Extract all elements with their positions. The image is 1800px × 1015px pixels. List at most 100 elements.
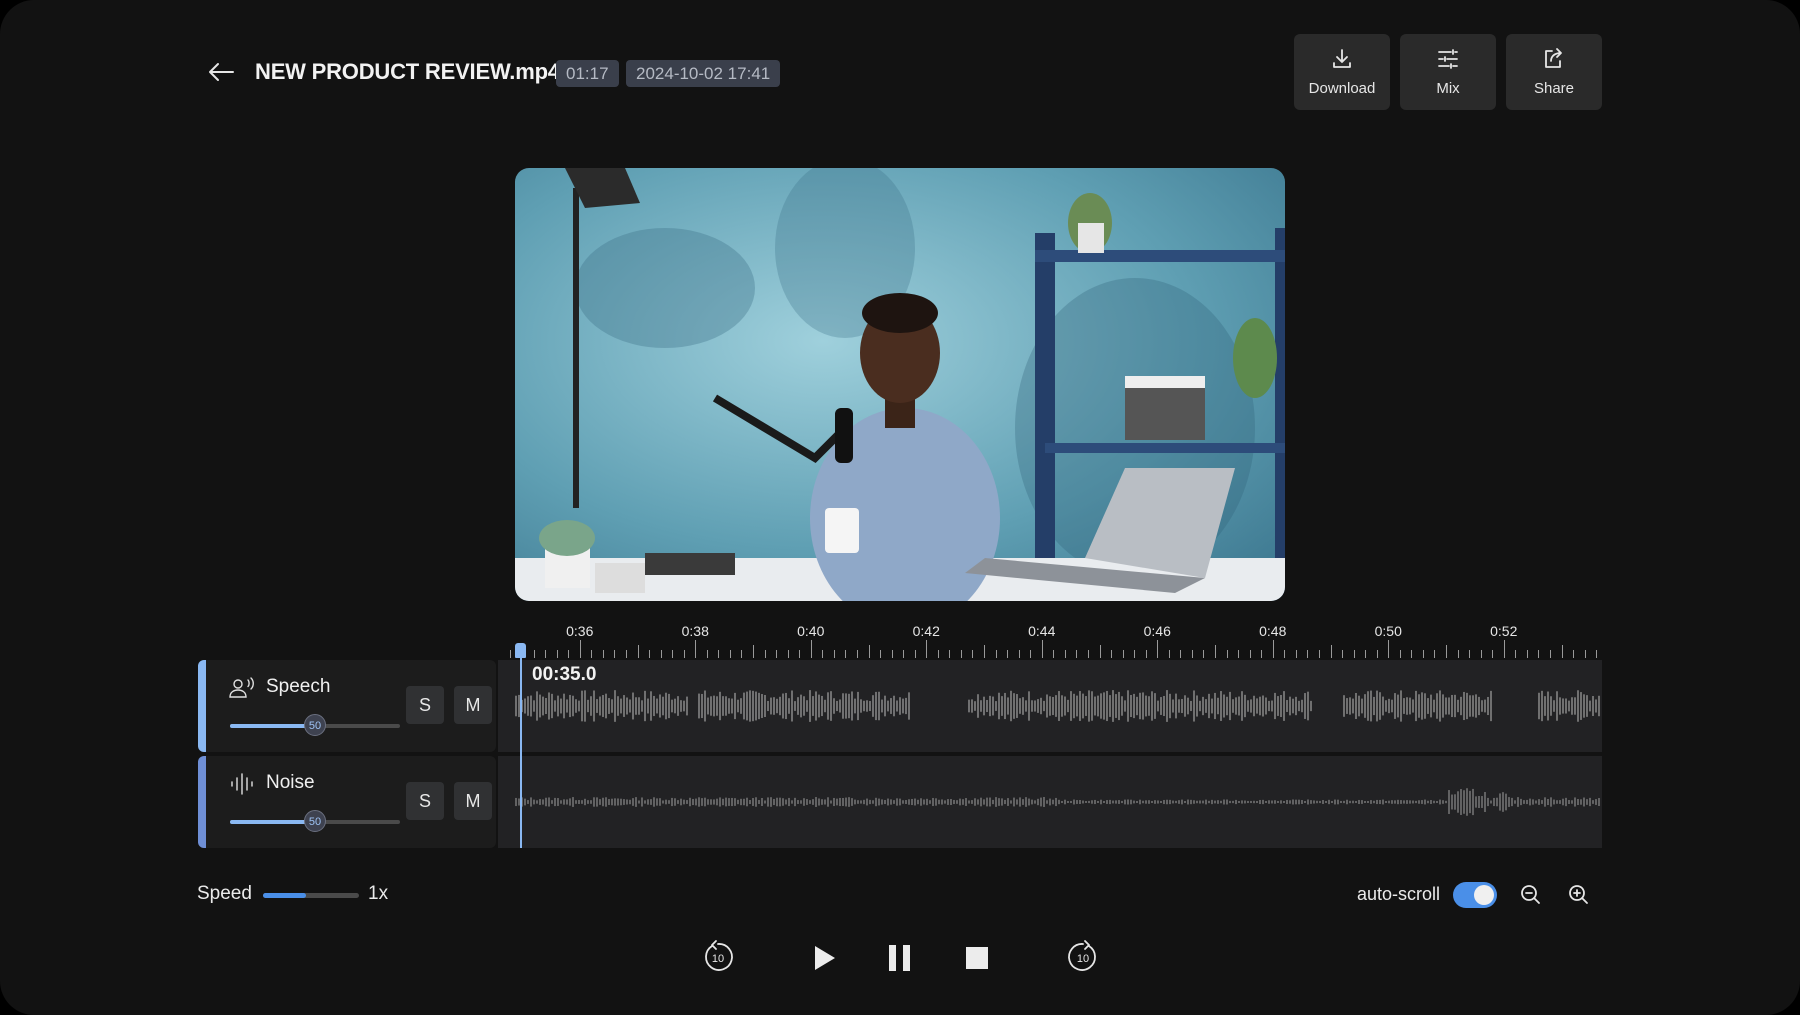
- track-speech: Speech 50 S M: [198, 660, 1602, 752]
- ruler-tick: [810, 640, 812, 658]
- ruler-tick: [1238, 650, 1240, 658]
- ruler-tick: [568, 650, 570, 658]
- ruler-tick: [533, 650, 535, 658]
- ruler-tick: [672, 650, 674, 658]
- ruler-tick: [591, 650, 593, 658]
- ruler-tick: [1480, 650, 1482, 658]
- mix-label: Mix: [1436, 80, 1460, 97]
- ruler-tick: [695, 640, 697, 658]
- ruler-label: 0:44: [1028, 623, 1056, 639]
- noise-waveform[interactable]: [498, 756, 1602, 848]
- ruler-tick: [1030, 650, 1032, 658]
- ruler-tick: [1388, 640, 1390, 658]
- forward-10-icon: 10: [1068, 940, 1096, 971]
- track-header: Noise 50 S M: [206, 756, 496, 848]
- ruler-label: 0:38: [681, 623, 709, 639]
- ruler-tick: [729, 650, 731, 658]
- mute-button[interactable]: M: [454, 686, 492, 724]
- volume-slider[interactable]: 50: [230, 714, 400, 736]
- ruler-tick: [1134, 650, 1136, 658]
- volume-knob[interactable]: 50: [304, 810, 326, 832]
- download-label: Download: [1308, 80, 1376, 97]
- ruler-tick: [960, 650, 962, 658]
- ruler-tick: [1226, 650, 1228, 658]
- ruler-tick: [1526, 650, 1528, 658]
- track-name: Noise: [266, 772, 315, 793]
- solo-button[interactable]: S: [406, 686, 444, 724]
- ruler-tick: [1318, 650, 1320, 658]
- stop-icon[interactable]: [965, 946, 989, 970]
- download-icon: [1333, 49, 1351, 68]
- ruler-tick: [1191, 650, 1193, 658]
- ruler-tick: [880, 650, 882, 658]
- solo-button[interactable]: S: [406, 782, 444, 820]
- ruler-tick: [1261, 650, 1263, 658]
- rewind-10-button[interactable]: 10: [700, 939, 736, 975]
- ruler-tick: [926, 640, 928, 658]
- ruler-tick: [1422, 650, 1424, 658]
- ruler-tick: [1561, 645, 1563, 658]
- ruler-tick: [556, 650, 558, 658]
- duration-badge: 01:17: [556, 60, 619, 87]
- ruler-tick: [706, 650, 708, 658]
- share-button[interactable]: Share: [1506, 34, 1602, 110]
- volume-slider[interactable]: 50: [230, 810, 400, 832]
- ruler-tick: [1330, 645, 1332, 658]
- ruler-tick: [614, 650, 616, 658]
- ruler-tick: [683, 650, 685, 658]
- track-noise: Noise 50 S M: [198, 756, 1602, 848]
- mix-button[interactable]: Mix: [1400, 34, 1496, 110]
- pause-icon[interactable]: [888, 944, 912, 972]
- ruler-tick: [868, 645, 870, 658]
- video-frame-image: [515, 168, 1285, 601]
- speed-label: Speed: [197, 883, 252, 904]
- ruler-tick: [1007, 650, 1009, 658]
- ruler-tick: [602, 650, 604, 658]
- forward-10-button[interactable]: 10: [1065, 939, 1101, 975]
- ruler-tick: [1549, 650, 1551, 658]
- ruler-tick: [625, 650, 627, 658]
- ruler-tick: [1457, 650, 1459, 658]
- waveform-svg: [515, 788, 1600, 816]
- ruler-tick: [1376, 650, 1378, 658]
- play-icon[interactable]: [812, 944, 838, 972]
- ruler-tick: [741, 650, 743, 658]
- track-header: Speech 50 S M: [206, 660, 496, 752]
- timeline-ruler[interactable]: 0:36 0:38 0:40 0:42 0:44 0:46 0:48 0:50 0:52: [500, 618, 1602, 658]
- ruler-tick: [1157, 640, 1159, 658]
- ruler-label: 0:46: [1143, 623, 1171, 639]
- back-arrow-icon[interactable]: [206, 58, 236, 86]
- ruler-tick: [1492, 650, 1494, 658]
- speed-fill: [263, 893, 307, 898]
- ruler-tick: [1041, 640, 1043, 658]
- rewind-10-icon: 10: [705, 940, 733, 971]
- ruler-tick: [1053, 650, 1055, 658]
- datetime-badge: 2024-10-02 17:41: [626, 60, 781, 87]
- ruler-tick: [903, 650, 905, 658]
- ruler-tick: [914, 650, 916, 658]
- zoom-out-icon[interactable]: [1520, 884, 1542, 906]
- mute-button[interactable]: M: [454, 782, 492, 820]
- ruler-tick: [1446, 645, 1447, 658]
- ruler-tick: [1538, 650, 1540, 658]
- ruler-tick: [1503, 640, 1505, 658]
- download-button[interactable]: Download: [1294, 34, 1390, 110]
- ruler-tick: [822, 650, 824, 658]
- volume-knob[interactable]: 50: [304, 714, 326, 736]
- ruler-tick: [1284, 650, 1286, 658]
- speed-slider[interactable]: [263, 893, 359, 898]
- ruler-tick: [949, 650, 951, 658]
- ruler-tick: [1307, 650, 1309, 658]
- ruler-tick: [1399, 650, 1401, 658]
- zoom-in-icon[interactable]: [1568, 884, 1590, 906]
- ruler-tick: [1111, 650, 1113, 658]
- speech-waveform[interactable]: [498, 660, 1602, 752]
- ruler-tick: [545, 650, 547, 658]
- playhead-handle[interactable]: [515, 643, 526, 658]
- video-preview[interactable]: [515, 168, 1285, 601]
- autoscroll-toggle[interactable]: [1453, 882, 1497, 908]
- share-label: Share: [1533, 80, 1575, 97]
- ruler-tick: [776, 650, 778, 658]
- ruler-tick: [637, 645, 639, 658]
- ruler-tick: [1076, 650, 1078, 658]
